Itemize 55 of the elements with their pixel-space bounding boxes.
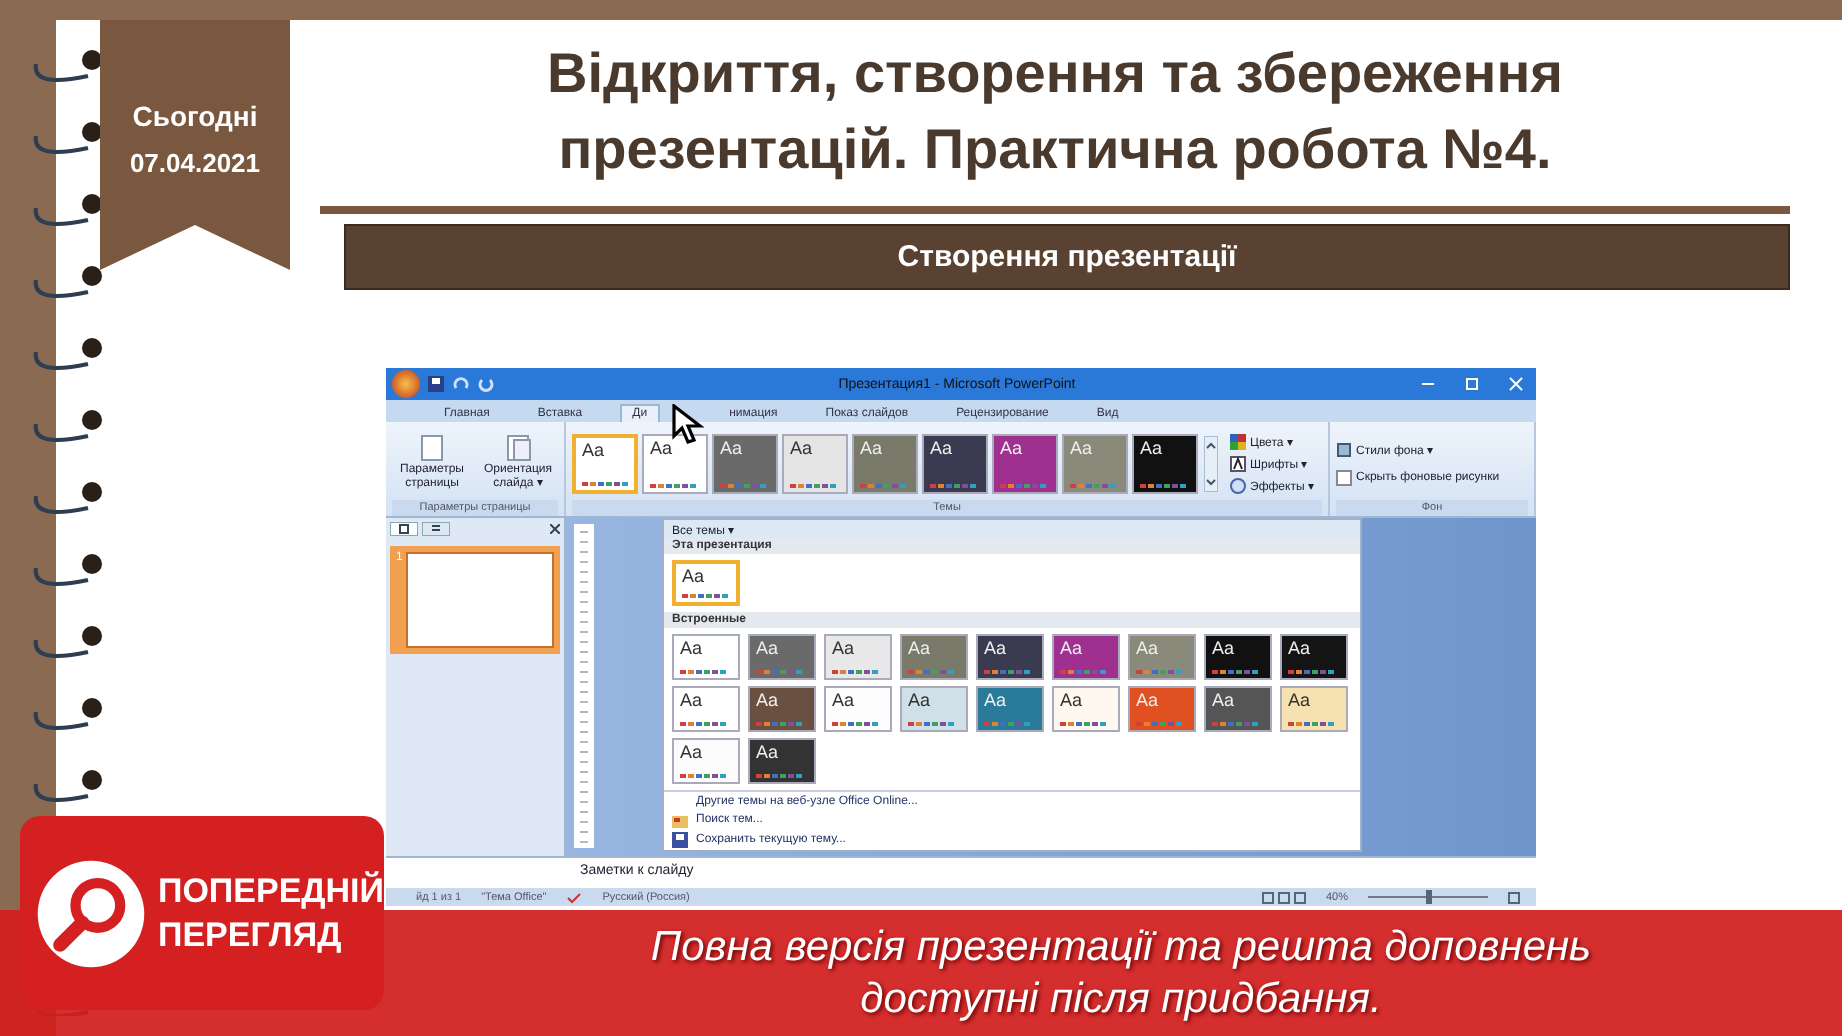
gallery-scroll-icon[interactable]	[1204, 435, 1218, 491]
theme-thumbnail[interactable]: Aa	[1280, 634, 1348, 680]
theme-thumbnail[interactable]: Aa	[1204, 634, 1272, 680]
theme-thumbnail[interactable]: Aa	[900, 686, 968, 732]
zoom-slider-thumb[interactable]	[1426, 890, 1432, 904]
maximize-icon[interactable]	[1464, 376, 1480, 392]
theme-thumbnail[interactable]: Aa	[782, 433, 848, 493]
theme-thumbnail[interactable]: Aa	[748, 686, 816, 732]
theme-thumbnail[interactable]: Aa	[1052, 634, 1120, 680]
theme-thumbnail[interactable]: Aa	[976, 634, 1044, 680]
theme-thumbnail[interactable]: Aa	[922, 433, 988, 493]
purchase-notice: доступні після придбання.	[860, 973, 1382, 1025]
theme-thumbnail[interactable]: Aa	[642, 433, 708, 493]
save-icon[interactable]	[428, 376, 444, 392]
theme-thumbnail[interactable]: Aa	[1280, 686, 1348, 732]
slides-tab-icon[interactable]	[390, 522, 418, 536]
theme-thumbnail[interactable]: Aa	[672, 738, 740, 784]
close-icon[interactable]	[550, 524, 560, 534]
view-buttons-icon[interactable]	[1261, 891, 1306, 903]
theme-thumbnail[interactable]: Aa	[748, 738, 816, 784]
spellcheck-icon[interactable]	[566, 891, 583, 903]
theme-thumbnail[interactable]: Aa	[572, 433, 638, 493]
pages-icon	[504, 434, 532, 463]
preview-label: ПЕРЕГЛЯД	[157, 913, 344, 957]
theme-thumbnail[interactable]: Aa	[712, 433, 778, 493]
theme-thumbnail[interactable]: Aa	[824, 634, 892, 680]
theme-thumbnail[interactable]: Aa	[1132, 433, 1198, 493]
font-icon	[1230, 455, 1246, 471]
section-title: Створення презентації	[897, 240, 1237, 274]
theme-thumbnail[interactable]: Aa	[672, 560, 740, 606]
page-icon	[418, 434, 446, 463]
redo-icon[interactable]	[478, 376, 494, 392]
undo-icon[interactable]	[452, 376, 470, 392]
theme-thumbnail[interactable]: Aa	[992, 433, 1058, 493]
theme-thumbnail[interactable]: Aa	[976, 686, 1044, 732]
cursor-icon	[671, 404, 704, 444]
theme-thumbnail[interactable]: Aa	[1204, 686, 1272, 732]
slide-title: Відкриття, створення та збереження презентацій. Практична робота №4.	[545, 40, 1565, 184]
theme-thumbnail[interactable]: Aa	[672, 634, 740, 680]
outline-tab-icon[interactable]	[422, 522, 450, 536]
theme-thumbnail[interactable]: Aa	[1052, 686, 1120, 732]
folder-icon	[672, 812, 688, 828]
theme-thumbnail[interactable]: Aa	[852, 433, 918, 493]
theme-thumbnail[interactable]: Aa	[824, 686, 892, 732]
fit-icon[interactable]	[1508, 891, 1520, 903]
purchase-notice: Повна версія презентації та решта доповнень	[650, 921, 1592, 973]
preview-label: ПОПЕРЕДНІЙ	[157, 869, 384, 913]
date-text: 07.04.2021	[129, 148, 261, 178]
theme-thumbnail[interactable]: Aa	[672, 686, 740, 732]
theme-thumbnail[interactable]: Aa	[900, 634, 968, 680]
brush-icon	[1336, 441, 1352, 457]
today-label: Сьогодні	[132, 100, 258, 132]
effects-icon	[1230, 477, 1246, 493]
theme-thumbnail[interactable]: Aa	[748, 634, 816, 680]
palette-icon	[1230, 433, 1246, 449]
